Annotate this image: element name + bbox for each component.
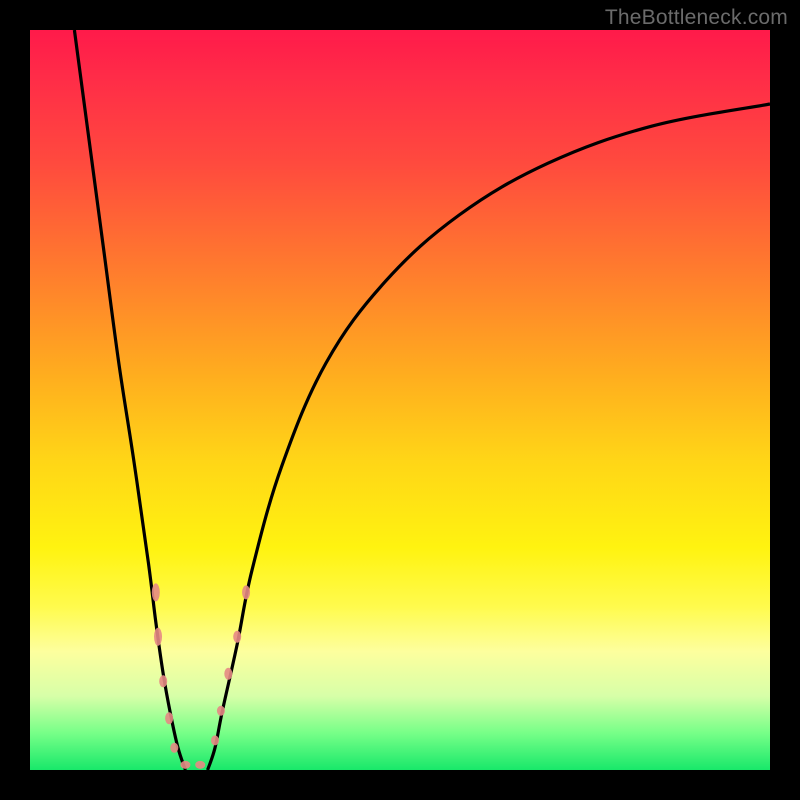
data-marker [211,735,219,745]
data-marker [242,585,250,599]
data-marker [159,675,167,687]
data-marker [170,743,178,753]
data-marker [217,706,225,716]
data-marker [165,712,173,724]
chart-frame: TheBottleneck.com [0,0,800,800]
attribution-text: TheBottleneck.com [605,6,788,30]
curve-layer [30,30,770,770]
data-marker [152,583,160,601]
data-marker [233,631,241,643]
data-marker [195,761,205,769]
data-marker [180,761,190,769]
data-markers [152,583,250,768]
right-branch-curve [208,104,770,770]
data-marker [154,628,162,646]
left-branch-curve [74,30,185,770]
data-marker [224,668,232,680]
plot-area [30,30,770,770]
